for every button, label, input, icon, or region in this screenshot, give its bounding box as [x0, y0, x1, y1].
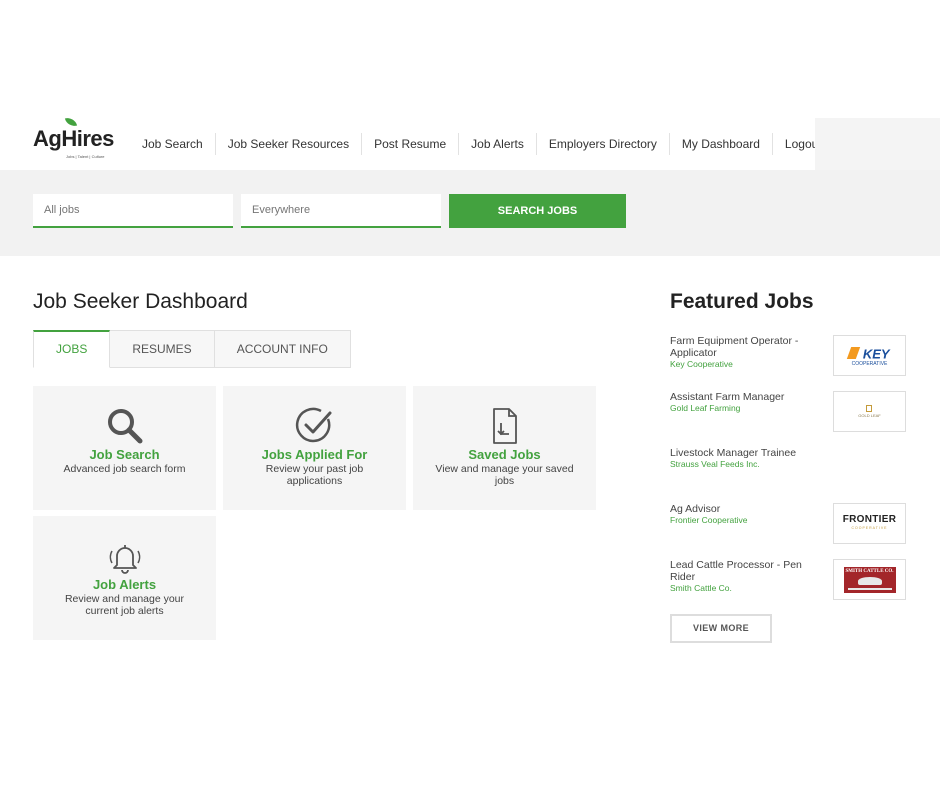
featured-job-title[interactable]: Lead Cattle Processor - Pen Rider: [670, 559, 802, 583]
nav-job-alerts[interactable]: Job Alerts: [459, 133, 537, 155]
featured-job-item[interactable]: Assistant Farm Manager Gold Leaf Farming…: [670, 391, 906, 433]
saved-jobs-card[interactable]: Saved Jobs View and manage your saved jo…: [413, 386, 596, 510]
nav-employers-directory[interactable]: Employers Directory: [537, 133, 670, 155]
job-alerts-card[interactable]: Job Alerts Review and manage your curren…: [33, 516, 216, 640]
view-more-button[interactable]: VIEW MORE: [670, 614, 772, 643]
gold-leaf-logo-mark-icon: [866, 405, 873, 412]
featured-job-company[interactable]: Strauss Veal Feeds Inc.: [670, 459, 820, 470]
card-description: Review and manage your current job alert…: [64, 593, 185, 617]
featured-job-company[interactable]: Smith Cattle Co.: [670, 583, 820, 594]
nav-job-search[interactable]: Job Search: [130, 133, 216, 155]
card-description: View and manage your saved jobs: [435, 463, 574, 487]
card-description: Advanced job search form: [63, 463, 186, 475]
site-header: AgHires Jobs | Talent | Culture Job Sear…: [0, 115, 940, 170]
company-logo[interactable]: GOLD LEAF: [833, 391, 906, 432]
featured-job-company[interactable]: Key Cooperative: [670, 359, 820, 370]
key-logo-mark-icon: [847, 347, 861, 360]
featured-job-item[interactable]: Lead Cattle Processor - Pen Rider Smith …: [670, 559, 906, 601]
dashboard-tabs: JOBS RESUMES ACCOUNT INFO: [33, 330, 351, 368]
tab-resumes[interactable]: RESUMES: [110, 330, 215, 368]
company-logo[interactable]: SMITH CATTLE CO.: [833, 559, 906, 600]
page-title: Job Seeker Dashboard: [33, 290, 248, 313]
company-logo[interactable]: KEY COOPERATIVE: [833, 335, 906, 376]
tab-jobs[interactable]: JOBS: [33, 330, 111, 368]
company-logo[interactable]: FRONTIER COOPERATIVE: [833, 503, 906, 544]
check-circle-icon: [223, 406, 406, 446]
featured-job-title[interactable]: Livestock Manager Trainee: [670, 447, 796, 459]
card-title: Jobs Applied For: [261, 447, 368, 462]
document-download-icon: [413, 406, 596, 446]
search-jobs-button[interactable]: SEARCH JOBS: [449, 194, 626, 228]
featured-job-company[interactable]: Frontier Cooperative: [670, 515, 820, 526]
card-title: Saved Jobs: [468, 447, 541, 462]
card-description: Review your past job applications: [265, 463, 364, 487]
header-gray-panel: [815, 118, 940, 170]
aghires-logo[interactable]: AgHires Jobs | Talent | Culture: [33, 115, 114, 162]
bell-icon: [33, 538, 216, 578]
nav-post-resume[interactable]: Post Resume: [362, 133, 460, 155]
location-search-input[interactable]: [241, 194, 441, 228]
featured-job-title[interactable]: Assistant Farm Manager: [670, 391, 784, 403]
jobs-applied-card[interactable]: Jobs Applied For Review your past job ap…: [223, 386, 406, 510]
magnifier-icon: [33, 406, 216, 446]
featured-job-item[interactable]: Farm Equipment Operator - Applicator Key…: [670, 335, 906, 377]
nav-job-seeker-resources[interactable]: Job Seeker Resources: [216, 133, 363, 155]
featured-job-item[interactable]: Ag Advisor Frontier Cooperative FRONTIER…: [670, 503, 906, 545]
featured-job-item[interactable]: Livestock Manager Trainee Strauss Veal F…: [670, 447, 906, 489]
nav-my-dashboard[interactable]: My Dashboard: [670, 133, 773, 155]
card-title: Job Alerts: [92, 577, 157, 592]
job-search-card[interactable]: Job Search Advanced job search form: [33, 386, 216, 510]
search-band: SEARCH JOBS: [0, 170, 940, 256]
keyword-search-input[interactable]: [33, 194, 233, 228]
card-title: Job Search: [89, 447, 160, 462]
tab-account-info[interactable]: ACCOUNT INFO: [214, 330, 351, 368]
logo-tagline: Jobs | Talent | Culture: [66, 154, 105, 159]
smith-cattle-logo-mark-icon: SMITH CATTLE CO.: [843, 566, 896, 593]
featured-job-title[interactable]: Farm Equipment Operator - Applicator: [670, 335, 798, 359]
featured-jobs-title: Featured Jobs: [670, 290, 814, 313]
main-nav: Job Search Job Seeker Resources Post Res…: [130, 118, 834, 170]
featured-job-title[interactable]: Ag Advisor: [670, 503, 720, 515]
featured-job-company[interactable]: Gold Leaf Farming: [670, 403, 820, 414]
logo-text: AgHires: [33, 126, 114, 151]
